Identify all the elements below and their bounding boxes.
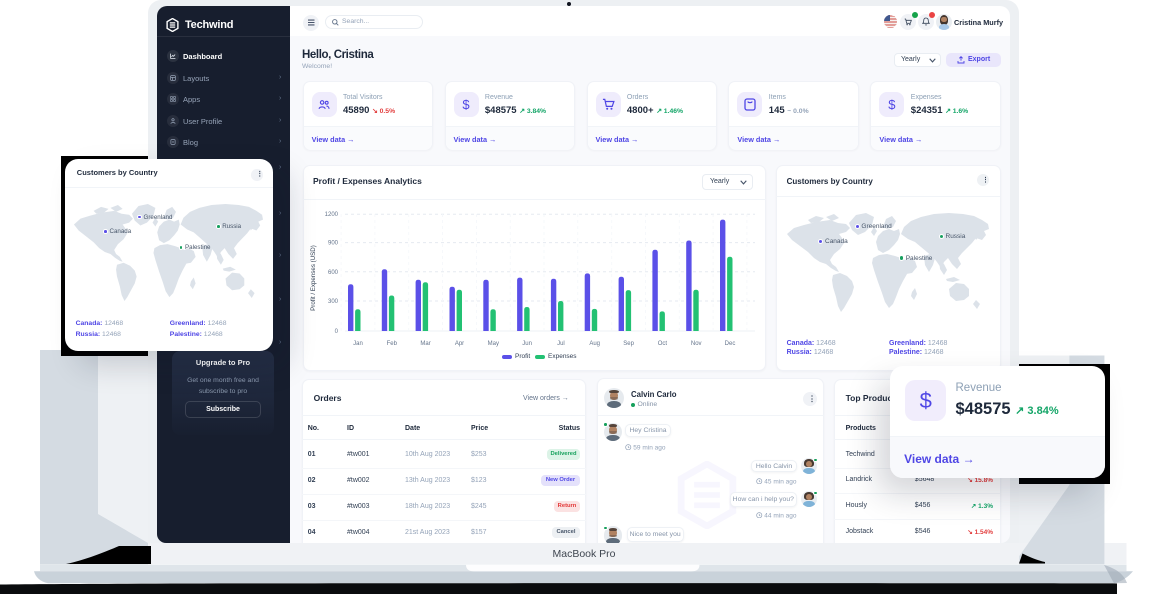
svg-text:300: 300 bbox=[328, 299, 339, 305]
svg-text:May: May bbox=[488, 341, 499, 347]
svg-text:Oct: Oct bbox=[658, 341, 668, 347]
svg-text:Jun: Jun bbox=[522, 341, 532, 347]
svg-text:Profit / Expenses (USD): Profit / Expenses (USD) bbox=[310, 245, 317, 311]
svg-text:600: 600 bbox=[328, 270, 339, 276]
svg-text:Jan: Jan bbox=[353, 341, 363, 347]
svg-text:Mar: Mar bbox=[420, 341, 430, 347]
svg-text:Aug: Aug bbox=[589, 341, 600, 347]
svg-text:Apr: Apr bbox=[455, 341, 464, 347]
svg-text:Dec: Dec bbox=[725, 341, 736, 347]
svg-text:900: 900 bbox=[328, 241, 339, 247]
svg-text:1200: 1200 bbox=[325, 212, 339, 218]
svg-text:Nov: Nov bbox=[691, 341, 702, 347]
svg-text:Jul: Jul bbox=[557, 341, 565, 347]
svg-text:Feb: Feb bbox=[387, 341, 398, 347]
svg-text:Sep: Sep bbox=[623, 341, 634, 347]
svg-text:0: 0 bbox=[335, 329, 339, 335]
